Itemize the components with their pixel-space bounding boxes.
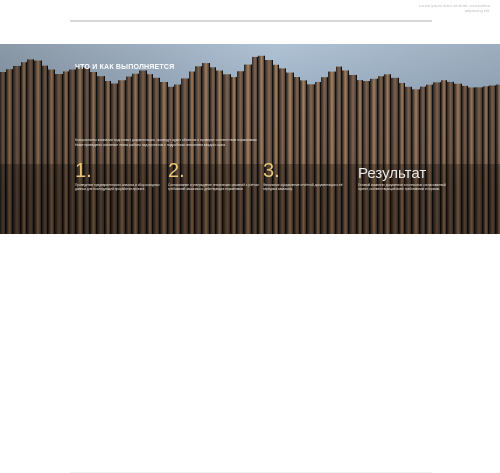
step-2-description: Согласование и утверждение технических р… xyxy=(168,183,259,192)
result-description: Готовый комплект документов и полностью … xyxy=(358,183,446,192)
result-heading: Результат xyxy=(358,165,427,182)
section-title: ЧТО И КАК ВЫПОЛНЯЕТСЯ xyxy=(75,64,175,71)
step-3-description: Финальное оформление отчётной документац… xyxy=(263,183,343,192)
step-3-number: 3. xyxy=(263,160,280,182)
step-1-description: Проведение предварительного анализа и сб… xyxy=(75,183,160,192)
progress-divider xyxy=(70,20,432,22)
step-2-number: 2. xyxy=(168,160,185,182)
footer-strip xyxy=(0,234,500,473)
top-bar: Lorem ipsum dolor sit amet, consectetur … xyxy=(0,0,500,44)
section-intro: Консультанты компании подготовят докумен… xyxy=(75,138,258,147)
hero-section: ЧТО И КАК ВЫПОЛНЯЕТСЯ Консультанты компа… xyxy=(0,44,500,234)
header-note: Lorem ipsum dolor sit amet, consectetur … xyxy=(418,3,490,13)
step-1-number: 1. xyxy=(75,160,92,182)
